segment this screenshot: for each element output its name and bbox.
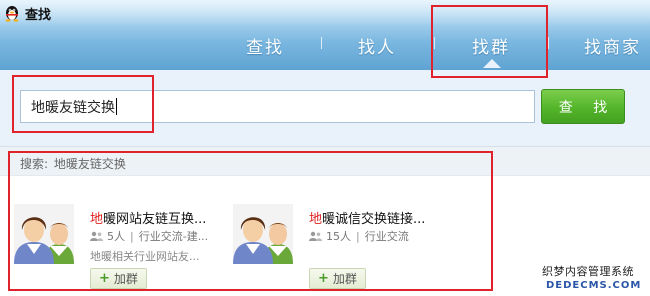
tab-find-merchants[interactable]: 找商家 (584, 33, 641, 58)
tab-search[interactable]: 查找 (246, 33, 284, 58)
tab-find-people[interactable]: 找人 (358, 33, 396, 58)
window-header: 查找 查找 找人 找群 找商家 (0, 0, 650, 70)
tab-bar: 查找 找人 找群 找商家 (0, 28, 650, 70)
qq-penguin-icon (5, 6, 19, 22)
annotation-box-search-input (12, 75, 154, 133)
search-button[interactable]: 查 找 (541, 89, 625, 124)
tab-find-groups[interactable]: 找群 (472, 33, 510, 58)
tab-divider (434, 37, 435, 49)
watermark-line-1: 织梦内容管理系统 (542, 265, 634, 278)
window-title: 查找 (25, 8, 52, 23)
active-tab-indicator (483, 59, 501, 68)
watermark-line-2: DEDECMS.COM (546, 280, 642, 291)
tab-divider (548, 37, 549, 49)
watermark: 织梦内容管理系统 DEDECMS.COM (540, 262, 650, 296)
annotation-box-results (8, 151, 493, 291)
tab-divider (321, 37, 322, 49)
